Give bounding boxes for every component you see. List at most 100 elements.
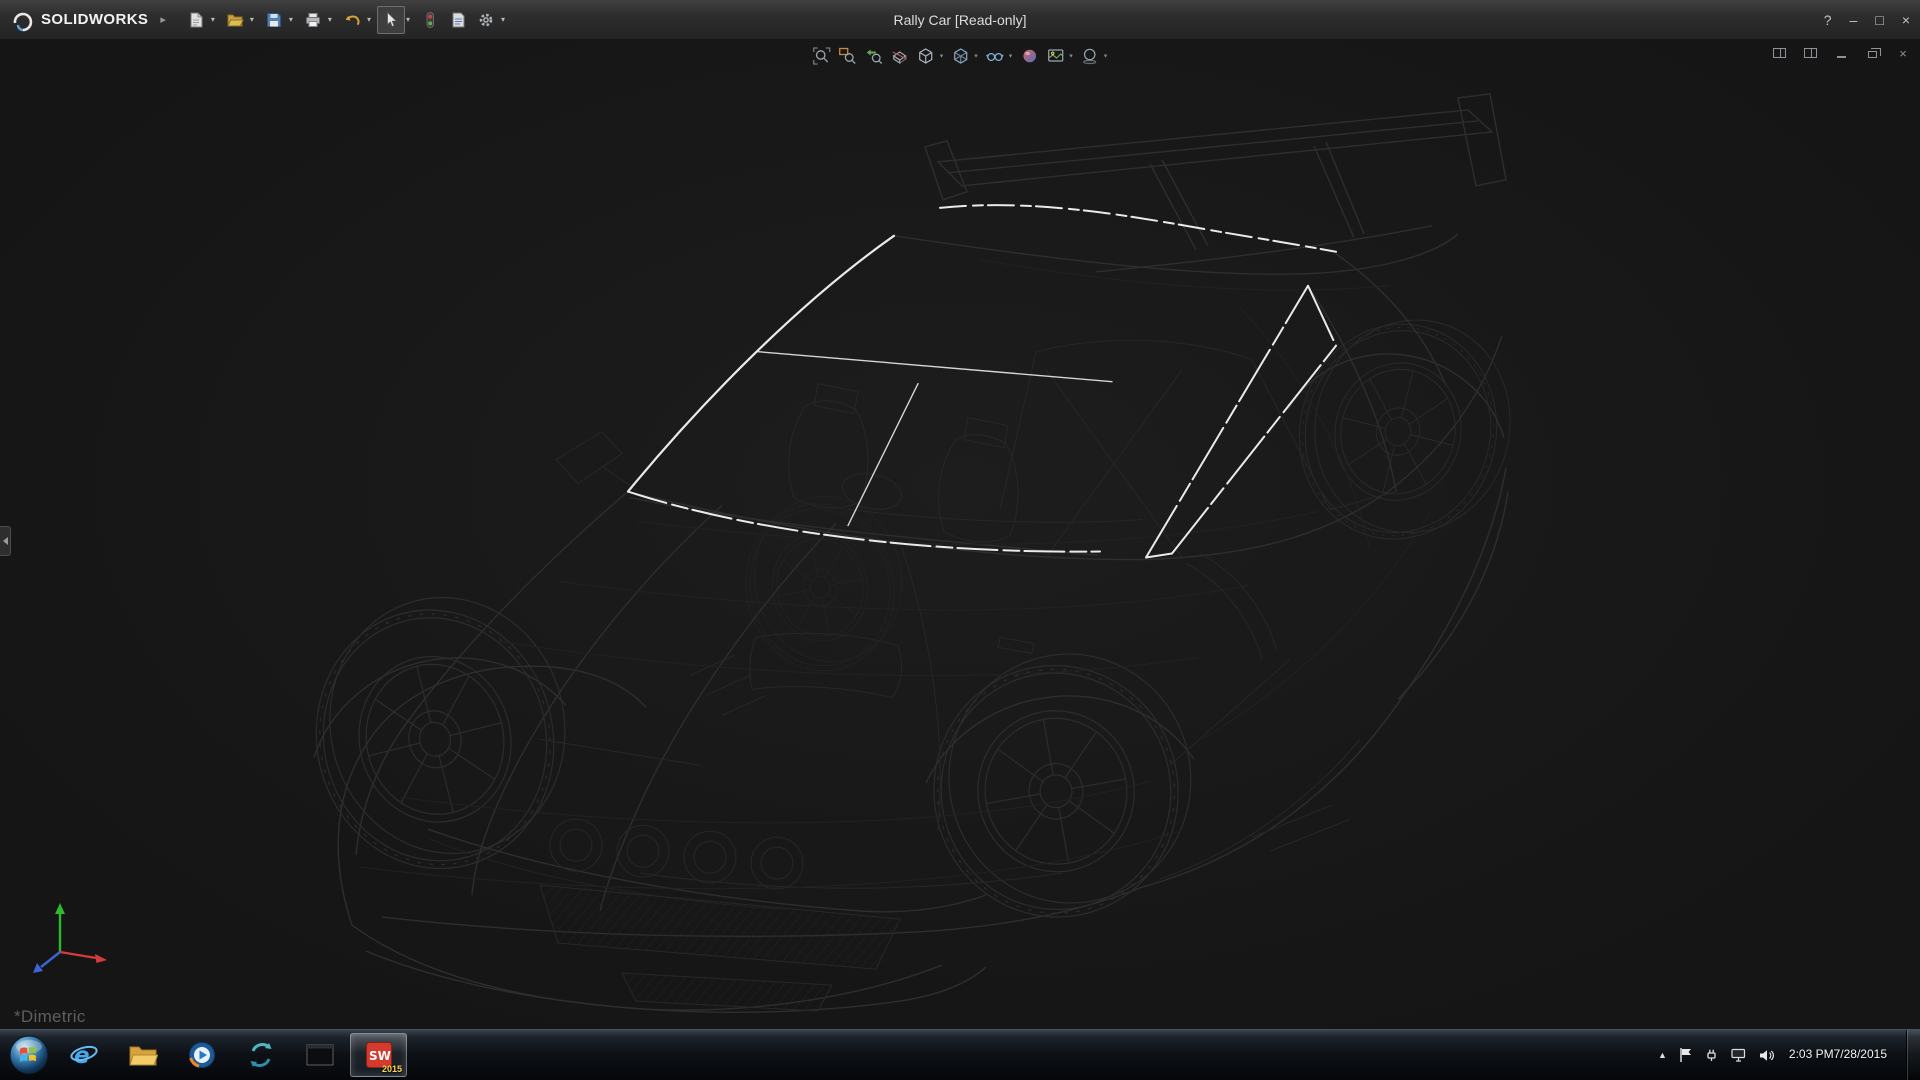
window-controls: ? – □ ×: [1824, 13, 1910, 27]
options-caret[interactable]: ▾: [501, 15, 505, 24]
apply-scene-icon: [1046, 47, 1064, 65]
document-close-button[interactable]: ×: [1894, 45, 1912, 61]
hidden-icons-button[interactable]: ▲: [1658, 1050, 1667, 1060]
view-orientation-caret[interactable]: ▾: [940, 52, 944, 60]
view-orientation-label: *Dimetric: [14, 1007, 86, 1027]
clock-time: 2:03 PM: [1789, 1047, 1834, 1063]
maximize-button[interactable]: □: [1875, 13, 1883, 27]
apply-scene-caret[interactable]: ▾: [1069, 52, 1073, 60]
hide-show-items-caret[interactable]: ▾: [1009, 52, 1013, 60]
new-document-icon: [187, 11, 205, 29]
taskbar-command-window-button[interactable]: [291, 1033, 348, 1077]
minimize-icon: [1837, 56, 1846, 58]
system-tray: ▲: [1658, 1030, 1920, 1080]
document-window-controls: ×: [1770, 45, 1912, 61]
clock-date: 7/28/2015: [1834, 1047, 1887, 1063]
solidworks-launcher-icon: [247, 1041, 275, 1069]
window-title: Rally Car [Read-only]: [893, 12, 1026, 28]
graphics-viewport[interactable]: ▾ ▾ ▾: [0, 40, 1920, 1029]
new-document-caret[interactable]: ▾: [211, 15, 215, 24]
3ds-swirl-icon: [10, 8, 34, 32]
folder-icon: [128, 1042, 158, 1068]
help-button[interactable]: ?: [1824, 13, 1832, 27]
svg-text:SW: SW: [369, 1049, 391, 1063]
display-style-button[interactable]: [948, 44, 972, 68]
solidworks-window: SOLIDWORKS ▸ ▾ ▾: [0, 0, 1920, 1080]
new-document-button[interactable]: [182, 6, 210, 34]
collapse-arrow-icon: [3, 537, 8, 545]
options-gear-icon: [477, 11, 495, 29]
speaker-icon: [1758, 1048, 1774, 1063]
select-button[interactable]: [377, 6, 405, 34]
wireframe-car-model[interactable]: [0, 40, 1920, 1029]
menu-expand-arrow[interactable]: ▸: [160, 13, 166, 26]
edit-appearance-button[interactable]: [1017, 44, 1041, 68]
select-caret[interactable]: ▾: [406, 15, 410, 24]
close-button[interactable]: ×: [1902, 13, 1910, 27]
view-orientation-button[interactable]: [914, 44, 938, 68]
taskbar-windows-explorer-button[interactable]: [114, 1033, 171, 1077]
collapsed-panel-tab[interactable]: [0, 526, 11, 556]
display-style-caret[interactable]: ▾: [974, 52, 978, 60]
zoom-to-fit-button[interactable]: [810, 44, 834, 68]
taskbar-clock[interactable]: 2:03 PM 7/28/2015: [1789, 1047, 1887, 1063]
display-pane-toggle-button[interactable]: [1801, 45, 1819, 61]
select-cursor-icon: [382, 11, 400, 29]
edit-appearance-ball-icon: [1020, 47, 1038, 65]
save-button[interactable]: [260, 6, 288, 34]
display-style-wireframe-icon: [951, 47, 969, 65]
options-button[interactable]: [472, 6, 500, 34]
rebuild-traffic-light-icon: [421, 11, 439, 29]
start-button[interactable]: [4, 1030, 54, 1080]
hide-show-items-button[interactable]: [983, 44, 1007, 68]
volume-button[interactable]: [1758, 1048, 1774, 1063]
save-icon: [265, 11, 283, 29]
taskbar-media-player-button[interactable]: [173, 1033, 230, 1077]
view-orientation-cube-icon: [917, 47, 935, 65]
save-caret[interactable]: ▾: [289, 15, 293, 24]
taskbar-solidworks-2015-button[interactable]: SW 2015: [350, 1033, 407, 1077]
feature-pane-toggle-button[interactable]: [1770, 45, 1788, 61]
file-properties-button[interactable]: [444, 6, 472, 34]
open-caret[interactable]: ▾: [250, 15, 254, 24]
view-settings-caret[interactable]: ▾: [1104, 52, 1108, 60]
print-button[interactable]: [299, 6, 327, 34]
section-view-icon: [891, 47, 909, 65]
network-monitor-icon: [1730, 1047, 1747, 1063]
undo-button[interactable]: [338, 6, 366, 34]
media-player-icon: [188, 1041, 216, 1069]
view-settings-button[interactable]: [1078, 44, 1102, 68]
split-pane-icon: [1773, 48, 1786, 58]
taskbar-solidworks-launcher-button[interactable]: [232, 1033, 289, 1077]
solidworks-year-badge: 2015: [382, 1064, 402, 1074]
power-plug-icon: [1704, 1047, 1719, 1063]
open-button[interactable]: [221, 6, 249, 34]
print-icon: [304, 11, 322, 29]
zoom-to-area-button[interactable]: [836, 44, 860, 68]
undo-caret[interactable]: ▾: [367, 15, 371, 24]
action-center-flag-icon: [1678, 1047, 1693, 1063]
show-desktop-button[interactable]: [1906, 1030, 1920, 1080]
app-name: SOLIDWORKS: [41, 11, 148, 28]
taskbar-internet-explorer-button[interactable]: e: [55, 1033, 112, 1077]
split-pane-icon: [1804, 48, 1817, 58]
action-center-button[interactable]: [1678, 1047, 1693, 1063]
network-button[interactable]: [1730, 1047, 1747, 1063]
print-caret[interactable]: ▾: [328, 15, 332, 24]
zoom-to-fit-icon: [813, 47, 831, 65]
windows-taskbar: e: [0, 1029, 1920, 1080]
apply-scene-button[interactable]: [1043, 44, 1067, 68]
section-view-button[interactable]: [888, 44, 912, 68]
power-options-button[interactable]: [1704, 1047, 1719, 1063]
internet-explorer-icon: e: [69, 1040, 99, 1070]
previous-view-button[interactable]: [862, 44, 886, 68]
solidworks-logo: SOLIDWORKS: [10, 8, 148, 32]
quick-access-toolbar: ▾ ▾ ▾ ▾: [182, 6, 511, 34]
hide-show-glasses-icon: [986, 47, 1004, 65]
previous-view-icon: [865, 47, 883, 65]
orientation-triad[interactable]: [16, 890, 112, 987]
document-restore-button[interactable]: [1863, 45, 1881, 61]
rebuild-button[interactable]: [416, 6, 444, 34]
document-minimize-button[interactable]: [1832, 45, 1850, 61]
minimize-button[interactable]: –: [1850, 13, 1858, 27]
